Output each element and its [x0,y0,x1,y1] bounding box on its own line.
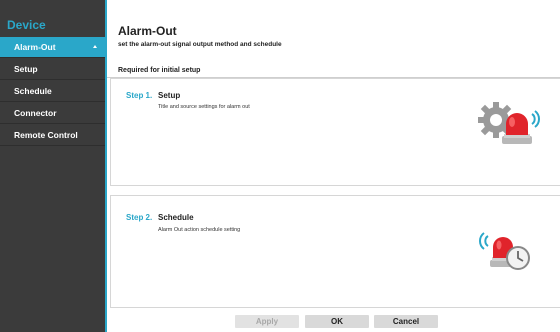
cancel-button[interactable]: Cancel [374,315,438,328]
sidebar-item-label: Alarm-Out [14,42,56,52]
step-description: Alarm Out action schedule setting [158,227,241,233]
sidebar-item-label: Remote Control [14,130,78,140]
sidebar-item-alarm-out[interactable]: Alarm-Out [0,37,105,58]
sidebar-item-remote-control[interactable]: Remote Control [0,125,105,146]
step-title: Schedule [158,213,194,222]
step-number: Step 2. [126,213,153,222]
section-label: Required for initial setup [118,67,201,74]
sidebar-item-label: Connector [14,108,57,118]
step-number: Step 1. [126,91,153,100]
step-description: Title and source settings for alarm out [158,104,250,110]
sidebar-item-setup[interactable]: Setup [0,59,105,80]
step-card-setup[interactable]: Step 1. Setup Title and source settings … [110,78,560,186]
sidebar-item-schedule[interactable]: Schedule [0,81,105,102]
sidebar-item-connector[interactable]: Connector [0,103,105,124]
main-panel: Alarm-Out set the alarm-out signal outpu… [107,0,560,332]
ok-button[interactable]: OK [305,315,369,328]
page-subtitle: set the alarm-out signal output method a… [118,41,282,48]
sidebar-title: Device [7,18,46,32]
gear-alarm-icon [474,96,540,157]
sidebar: Device Alarm-Out Setup Schedule Connecto… [0,0,105,332]
page-title: Alarm-Out [118,24,177,38]
chevron-up-icon [93,45,97,48]
step-card-schedule[interactable]: Step 2. Schedule Alarm Out action schedu… [110,195,560,308]
step-title: Setup [158,91,181,100]
alarm-clock-icon [478,224,538,277]
sidebar-item-label: Schedule [14,86,52,96]
sidebar-item-label: Setup [14,64,38,74]
apply-button[interactable]: Apply [235,315,299,328]
